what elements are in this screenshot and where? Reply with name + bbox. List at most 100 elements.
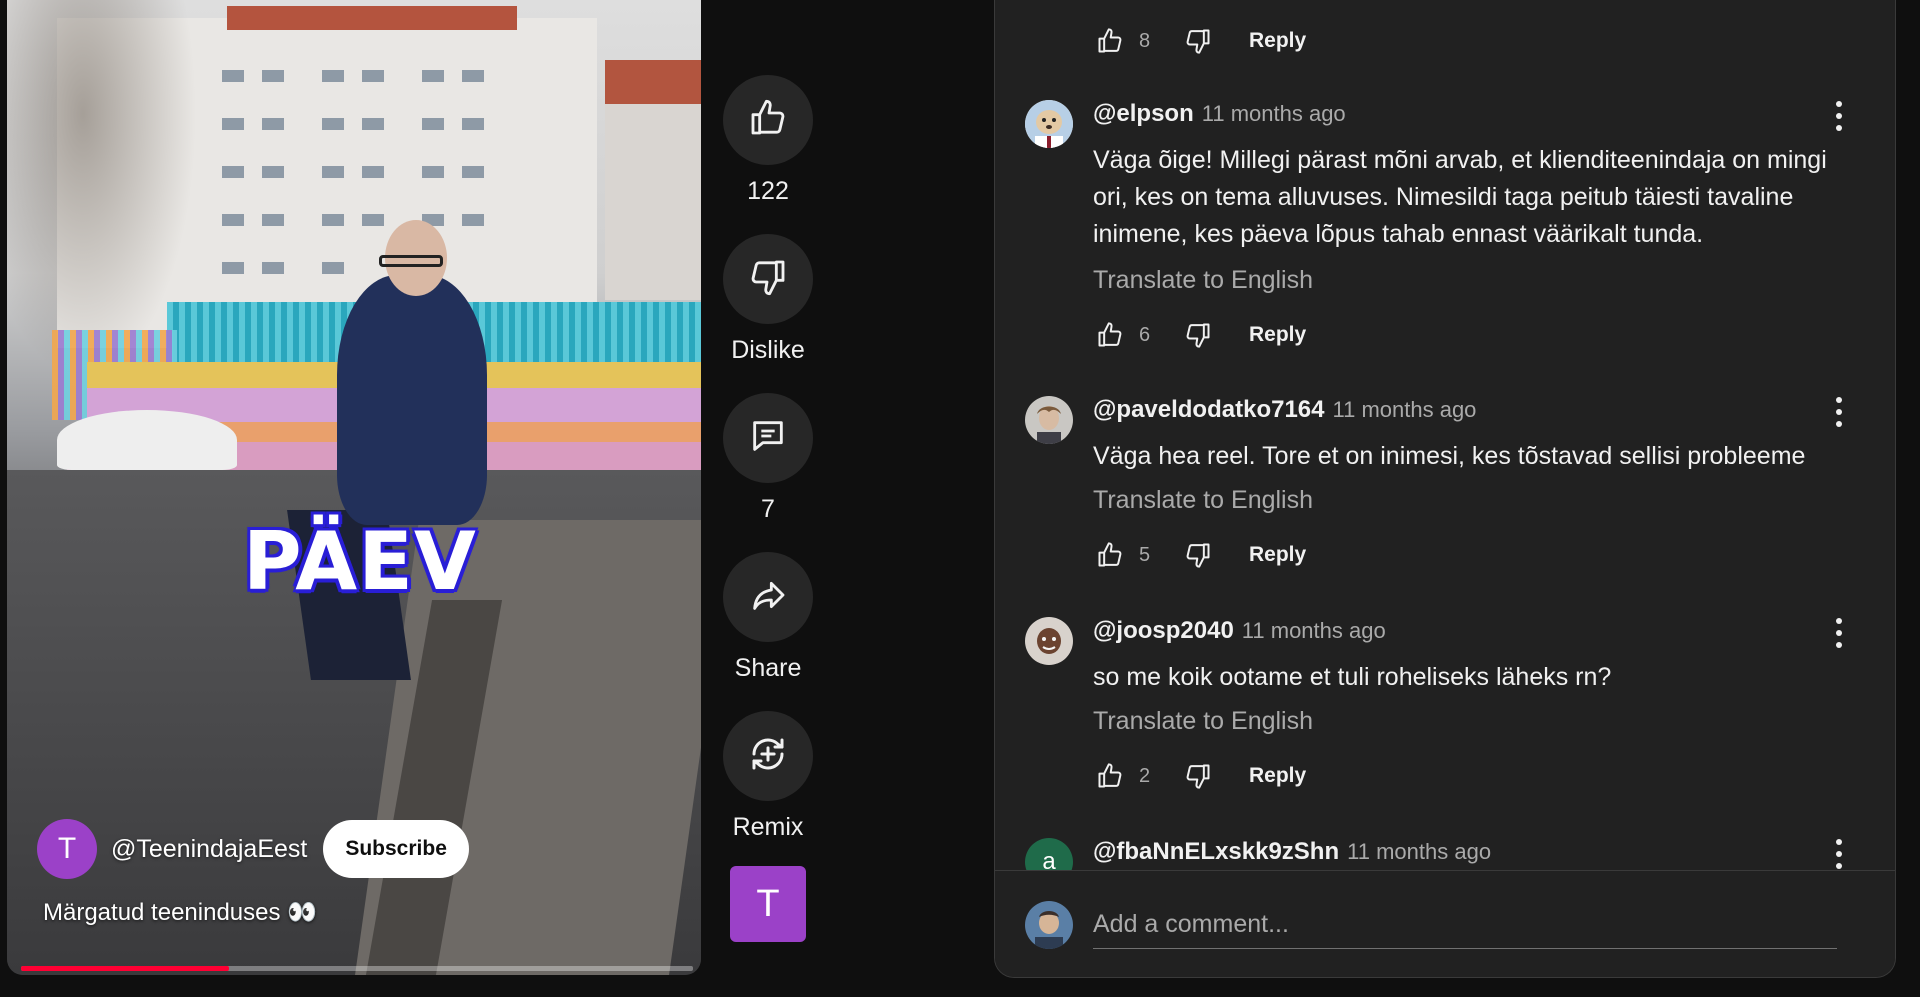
comment-item: @elpson 11 months ago Väga õige! Millegi… — [1025, 100, 1865, 380]
comment-avatar[interactable] — [1025, 396, 1073, 444]
subscribe-button[interactable]: Subscribe — [323, 820, 469, 878]
share-button[interactable] — [723, 552, 813, 642]
video-caption-overlay: PÄEV — [243, 515, 477, 608]
video-window — [262, 262, 284, 274]
thumbs-up-icon[interactable] — [1093, 759, 1127, 793]
video-window — [222, 70, 244, 82]
comment-menu-button[interactable] — [1821, 396, 1857, 432]
comment-timestamp[interactable]: 11 months ago — [1202, 101, 1346, 127]
video-roof — [227, 6, 517, 30]
comment-author[interactable]: @paveldodatko7164 — [1093, 396, 1325, 424]
thumbs-up-icon[interactable] — [1093, 318, 1127, 352]
video-window — [462, 118, 484, 130]
video-window — [222, 166, 244, 178]
video-window — [422, 118, 444, 130]
share-action: Share — [723, 552, 813, 683]
video-person-body — [337, 275, 487, 525]
translate-link[interactable]: Translate to English — [1093, 266, 1313, 295]
dislike-button[interactable] — [723, 234, 813, 324]
dislike-label: Dislike — [731, 336, 805, 364]
more-vertical-icon — [1835, 617, 1843, 654]
video-window — [262, 214, 284, 226]
comment-text: so me koik ootame et tuli roheliseks läh… — [1093, 663, 1612, 691]
video-window — [262, 118, 284, 130]
previous-comment-actions: 8 Reply — [1093, 24, 1306, 58]
thumbs-up-icon[interactable] — [1093, 24, 1127, 58]
more-vertical-icon — [1835, 838, 1843, 875]
remix-action: Remix — [723, 711, 813, 842]
translate-link[interactable]: Translate to English — [1093, 486, 1313, 515]
video-snow — [57, 410, 237, 470]
comment-author[interactable]: @elpson — [1093, 100, 1194, 128]
comment-header: @fbaNnELxskk9zShn 11 months ago — [1093, 838, 1491, 866]
comment-avatar[interactable] — [1025, 100, 1073, 148]
more-vertical-icon — [1835, 396, 1843, 433]
comment-header: @joosp2040 11 months ago — [1093, 617, 1386, 645]
video-window — [362, 166, 384, 178]
comment-menu-button[interactable] — [1821, 838, 1857, 874]
reply-button[interactable]: Reply — [1249, 323, 1306, 347]
more-vertical-icon — [1835, 100, 1843, 137]
thumbs-up-icon[interactable] — [1093, 538, 1127, 572]
like-count: 5 — [1139, 543, 1151, 566]
video-progress-fill — [21, 966, 230, 971]
video-window — [362, 118, 384, 130]
thumbs-down-icon[interactable] — [1181, 318, 1215, 352]
current-user-avatar — [1025, 901, 1073, 949]
reply-button[interactable]: Reply — [1249, 764, 1306, 788]
channel-handle[interactable]: @TeenindajaEest — [111, 835, 307, 864]
comment-menu-button[interactable] — [1821, 100, 1857, 136]
comment-actions: 2 Reply — [1093, 759, 1306, 793]
video-window — [222, 118, 244, 130]
like-count: 6 — [1139, 323, 1151, 346]
remix-button[interactable] — [723, 711, 813, 801]
reply-button[interactable]: Reply — [1249, 29, 1306, 53]
video-window — [322, 166, 344, 178]
video-window — [322, 70, 344, 82]
reply-button[interactable]: Reply — [1249, 543, 1306, 567]
channel-avatar[interactable]: T — [37, 819, 97, 879]
like-button[interactable] — [723, 75, 813, 165]
video-window — [462, 70, 484, 82]
channel-row: T @TeenindajaEest Subscribe — [37, 818, 469, 880]
remix-icon — [747, 733, 789, 780]
add-comment-input[interactable] — [1093, 901, 1837, 949]
video-person-glasses — [379, 255, 443, 267]
video-window — [462, 166, 484, 178]
shorts-video-player[interactable]: PÄEV T @TeenindajaEest Subscribe Märgatu… — [7, 0, 701, 975]
video-progress-bar[interactable] — [21, 966, 693, 971]
video-roof-right — [605, 60, 701, 104]
comment-icon — [748, 416, 788, 461]
comment-timestamp[interactable]: 11 months ago — [1347, 839, 1491, 865]
comment-avatar[interactable] — [1025, 617, 1073, 665]
translate-link[interactable]: Translate to English — [1093, 707, 1313, 736]
video-title[interactable]: Märgatud teeninduses 👀 — [43, 898, 317, 927]
comments-count: 7 — [761, 495, 775, 523]
like-action: 122 — [723, 75, 813, 206]
video-window — [322, 118, 344, 130]
comment-item: @joosp2040 11 months ago so me koik oota… — [1025, 617, 1865, 817]
thumbs-down-icon — [748, 257, 788, 302]
comments-action: 7 — [723, 393, 813, 524]
comment-timestamp[interactable]: 11 months ago — [1333, 397, 1477, 423]
add-comment-bar — [995, 870, 1895, 977]
thumbs-down-icon[interactable] — [1181, 759, 1215, 793]
like-count: 2 — [1139, 764, 1151, 787]
comment-text: Väga hea reel. Tore et on inimesi, kes t… — [1093, 442, 1806, 470]
comment-author[interactable]: @fbaNnELxskk9zShn — [1093, 838, 1339, 866]
share-arrow-icon — [748, 575, 788, 620]
thumbs-down-icon[interactable] — [1181, 24, 1215, 58]
comment-author[interactable]: @joosp2040 — [1093, 617, 1234, 645]
comment-actions: 5 Reply — [1093, 538, 1306, 572]
shorts-action-rail: 122 Dislike 7 Share Remix T — [712, 75, 824, 942]
video-window — [222, 214, 244, 226]
thumbs-down-icon[interactable] — [1181, 538, 1215, 572]
like-count: 8 — [1139, 29, 1151, 52]
channel-thumbnail-button[interactable]: T — [730, 866, 806, 942]
comment-menu-button[interactable] — [1821, 617, 1857, 653]
comments-button[interactable] — [723, 393, 813, 483]
video-window — [362, 70, 384, 82]
comment-timestamp[interactable]: 11 months ago — [1242, 618, 1386, 644]
comment-header: @elpson 11 months ago — [1093, 100, 1346, 128]
video-window — [422, 166, 444, 178]
